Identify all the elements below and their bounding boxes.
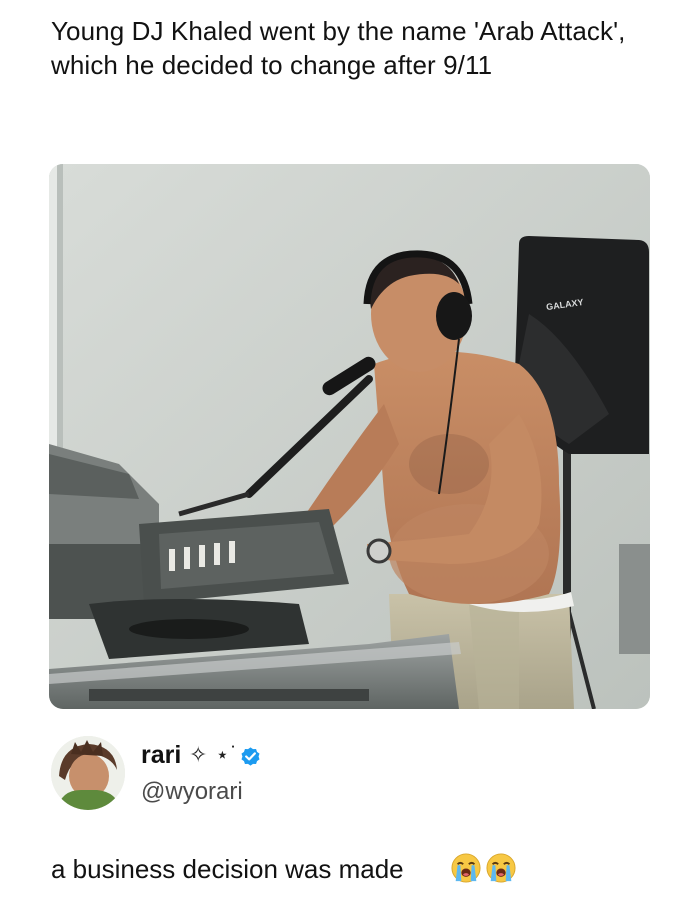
- author-handle[interactable]: @wyorari: [141, 778, 243, 806]
- name-decoration: ✧ ⋆˙: [189, 742, 239, 767]
- author-block: rari ✧ ⋆˙ @wyorari: [49, 733, 649, 813]
- dj-photo-illustration: GALAXY: [49, 164, 650, 709]
- post-caption: Young DJ Khaled went by the name 'Arab A…: [51, 16, 626, 80]
- loudly-crying-face-emoji: [451, 853, 481, 883]
- tweet-text: a business decision was made: [51, 854, 404, 884]
- post-photo[interactable]: GALAXY: [49, 164, 650, 709]
- author-display-name[interactable]: rari: [141, 741, 181, 770]
- loudly-crying-face-emoji: [486, 853, 516, 883]
- avatar-image: [51, 736, 125, 810]
- avatar[interactable]: [51, 736, 125, 810]
- emoji-row: [451, 853, 516, 885]
- verified-badge-icon: [241, 747, 260, 766]
